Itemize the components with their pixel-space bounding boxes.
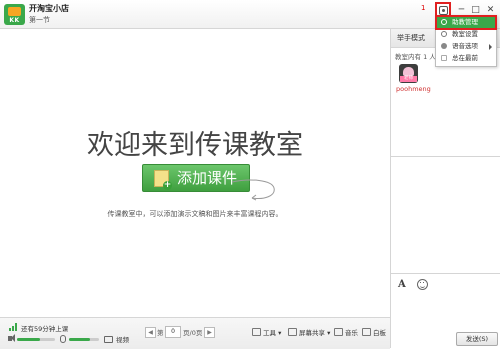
font-icon[interactable]: A (398, 279, 406, 290)
tools-button[interactable]: 工具 ▾ (252, 327, 281, 337)
speaker-icon[interactable] (8, 334, 15, 342)
page-total: 页/0页 (183, 329, 203, 337)
menu-item-assistant-management[interactable]: 助教管理 (435, 15, 497, 30)
annotation-number: 1 (421, 4, 426, 12)
user-name[interactable]: poohmeng (396, 85, 431, 93)
participant-count: 教室内有 1 人 (395, 53, 436, 61)
music-icon (334, 328, 343, 336)
next-page-button[interactable]: ▶ (204, 327, 215, 338)
page-prefix: 第 (157, 329, 164, 337)
logo-text: KK (9, 17, 20, 24)
hint-text: 传课教室中，可以添加演示文稿和图片来丰富课程内容。 (107, 210, 283, 218)
whiteboard-button[interactable]: 白板 (362, 327, 386, 337)
tools-icon (252, 328, 261, 336)
prev-page-button[interactable]: ◀ (145, 327, 156, 338)
avatar-face (403, 67, 414, 76)
mic-fill (69, 338, 90, 341)
send-button[interactable]: 发送(S) (456, 332, 498, 346)
gear-icon (441, 31, 447, 37)
lesson-subtitle: 第一节 (29, 16, 50, 24)
settings-menu: 助教管理 教室设置 语音选项 总在最前 (435, 15, 497, 67)
settings-icon (439, 6, 448, 15)
page-number-input[interactable]: 0 (165, 326, 181, 338)
voice-icon (441, 43, 447, 49)
chat-separator (391, 273, 500, 274)
shopping-bag-icon (8, 7, 21, 16)
teacher-avatar[interactable]: 老师 (399, 64, 418, 83)
user-icon (441, 19, 447, 25)
volume-fill (17, 338, 40, 341)
microphone-icon[interactable] (60, 335, 66, 343)
class-countdown: 还有59分钟上课 (21, 325, 69, 333)
emoji-icon[interactable] (417, 279, 428, 290)
submenu-arrow-icon (489, 44, 492, 50)
screen-icon (288, 328, 297, 336)
menu-item-classroom-settings[interactable]: 教室设置 (437, 29, 495, 40)
panel-separator (391, 156, 500, 157)
music-button[interactable]: 音乐 (334, 327, 358, 337)
add-courseware-label: 添加课件 (177, 169, 238, 187)
welcome-heading: 欢迎来到传课教室 (87, 130, 303, 161)
raise-hand-mode-label[interactable]: 举手模式 (397, 33, 425, 43)
whiteboard-icon (362, 328, 371, 336)
signal-icon (9, 323, 18, 331)
add-file-icon (154, 170, 172, 190)
teacher-tag: 老师 (400, 76, 417, 82)
app-logo: KK (4, 4, 25, 25)
pin-icon (441, 55, 447, 61)
screen-share-button[interactable]: 屏幕共享 ▾ (288, 327, 330, 337)
decorative-swirl-arrow-icon (231, 179, 275, 201)
camera-icon[interactable] (104, 336, 113, 343)
volume-slider[interactable] (17, 338, 55, 341)
panel-divider (390, 29, 391, 348)
menu-item-always-on-top[interactable]: 总在最前 (437, 53, 495, 64)
app-title: 开淘宝小店 (29, 4, 69, 13)
video-label[interactable]: 视频 (116, 334, 129, 344)
mic-slider[interactable] (69, 338, 99, 341)
menu-item-voice-options[interactable]: 语音选项 (437, 41, 495, 52)
